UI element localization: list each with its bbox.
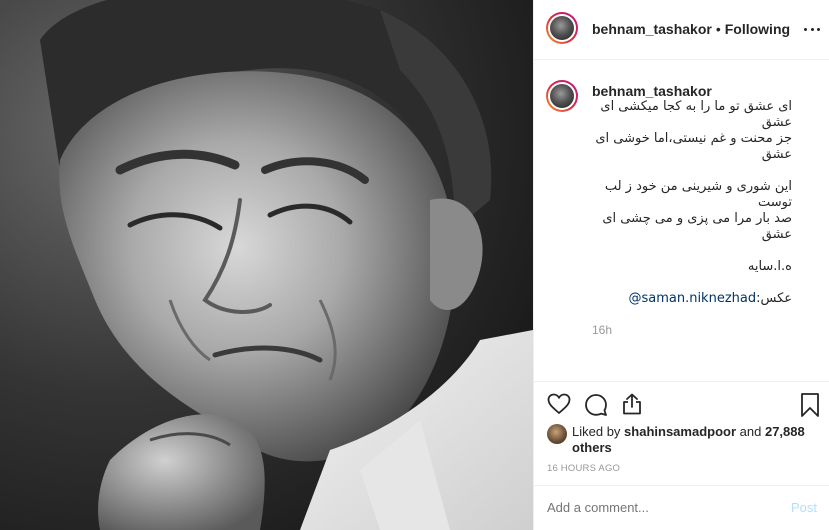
header-line: behnam_tashakor • Following — [592, 21, 790, 37]
heart-icon[interactable] — [547, 393, 571, 415]
caption-line: عشق — [761, 147, 792, 162]
caption-line: عشق — [761, 227, 792, 242]
caption-area: behnam_tashakor ای عشق تو ما را به کجا م… — [534, 61, 829, 381]
caption-age[interactable]: 16h — [592, 323, 612, 337]
caption-line: توست — [758, 195, 792, 210]
photo-credit: عکس:@saman.niknezhad — [592, 291, 792, 307]
comment-bubble-icon[interactable] — [584, 393, 608, 417]
post-photo[interactable] — [0, 0, 533, 530]
liker-avatar[interactable] — [547, 424, 567, 444]
caption-line: عشق — [761, 115, 792, 130]
post-header: behnam_tashakor • Following — [534, 0, 829, 60]
likes-prefix: Liked by — [572, 424, 621, 439]
add-comment-bar: Post — [534, 485, 829, 530]
credit-prefix: عکس: — [756, 291, 792, 306]
header-username[interactable]: behnam_tashakor — [592, 21, 712, 37]
liker-username[interactable]: shahinsamadpoor — [624, 424, 736, 439]
share-upload-icon[interactable] — [620, 392, 644, 416]
more-horizontal-icon[interactable] — [804, 21, 820, 37]
caption-line: جز محنت و غم نیستی،اما خوشی ای — [595, 131, 792, 146]
credit-mention-link[interactable]: @saman.niknezhad — [628, 291, 756, 306]
caption-line: ای عشق تو ما را به کجا میکشی ای — [600, 99, 792, 114]
caption-text: ای عشق تو ما را به کجا میکشی ای عشق جز م… — [592, 99, 792, 307]
caption-avatar[interactable] — [546, 80, 578, 112]
likes-connector: and — [739, 424, 762, 439]
caption-line: ه.ا.سایه — [747, 259, 792, 274]
posted-time[interactable]: 16 HOURS AGO — [547, 463, 620, 474]
header-separator: • — [715, 21, 721, 37]
comment-input[interactable] — [547, 500, 767, 515]
post-side-panel: behnam_tashakor • Following behnam_tashako… — [533, 0, 829, 530]
bookmark-icon[interactable] — [799, 392, 821, 418]
caption-username[interactable]: behnam_tashakor — [592, 83, 712, 99]
following-button[interactable]: Following — [725, 21, 790, 37]
caption-line: صد بار مرا می پزی و می چشی ای — [602, 211, 792, 226]
portrait-image — [0, 0, 533, 530]
post-comment-button[interactable]: Post — [791, 500, 817, 515]
likes-summary: Liked by shahinsamadpoor and 27,888 othe… — [572, 424, 812, 456]
caption-line: این شوری و شیرینی من خود ز لب — [604, 179, 792, 194]
author-avatar[interactable] — [546, 12, 578, 44]
